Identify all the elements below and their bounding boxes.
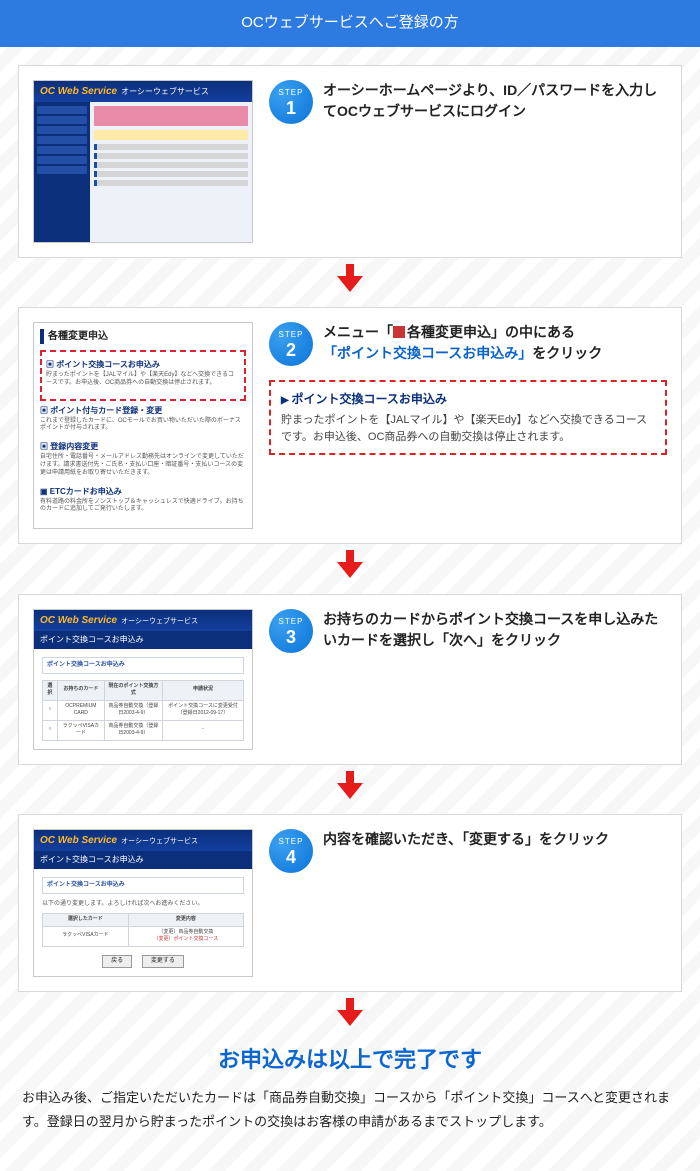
step4-text: 内容を確認いただき、「変更する」をクリック <box>323 829 609 850</box>
step4-table: 選択したカード変更内容 ラクッペVISAカード （変更）商品券自動交換 （変更）… <box>42 913 244 947</box>
arrow-down-icon <box>18 771 682 805</box>
back-button[interactable]: 戻る <box>102 955 132 968</box>
callout-body: 貯まったポイントを【JALマイル】や【楽天Edy】などへ交換できるコースです。お… <box>281 412 655 445</box>
step-badge-3: STEP 3 <box>269 609 313 653</box>
arrow-down-icon <box>18 264 682 298</box>
step-badge-2: STEP 2 <box>269 322 313 366</box>
step3-text: お持ちのカードからポイント交換コースを申し込みたいカードを選択し「次へ」をクリッ… <box>323 609 667 651</box>
step-card-3: OC Web Serviceオーシーウェブサービス ポイント交換コースお申込み … <box>18 594 682 765</box>
step-badge-1: STEP 1 <box>269 80 313 124</box>
submit-button[interactable]: 変更する <box>142 955 184 968</box>
step1-text: オーシーホームページより、ID／パスワードを入力してOCウェブサービスにログイン <box>323 80 667 122</box>
step4-screenshot: OC Web Serviceオーシーウェブサービス ポイント交換コースお申込み … <box>33 829 253 977</box>
step3-table: 選択お持ちのカード現在のポイント交換方式申請状況 ○OCPREMIUM CARD… <box>42 680 244 741</box>
step-badge-4: STEP 4 <box>269 829 313 873</box>
arrow-down-icon <box>18 550 682 584</box>
step2-screenshot: 各種変更申込 ▣ ポイント交換コースお申込み 貯まったポイントを【JALマイル】… <box>33 322 253 529</box>
step1-screenshot: OC Web Serviceオーシーウェブサービス <box>33 80 253 243</box>
page-body: OC Web Serviceオーシーウェブサービス STEP <box>0 47 700 1171</box>
finish-body: お申込み後、ご指定いただいたカードは「商品券自動交換」コースから「ポイント交換」… <box>18 1086 682 1153</box>
step2-text: メニュー「各種変更申込」の中にある 「ポイント交換コースお申込み」をクリック <box>323 322 602 364</box>
step2-callout: ポイント交換コースお申込み 貯まったポイントを【JALマイル】や【楽天Edy】な… <box>269 380 667 455</box>
red-square-icon <box>393 326 405 338</box>
banner: OCウェブサービスへご登録の方 <box>0 0 700 47</box>
step-card-2: 各種変更申込 ▣ ポイント交換コースお申込み 貯まったポイントを【JALマイル】… <box>18 307 682 544</box>
callout-title: ポイント交換コースお申込み <box>281 390 655 408</box>
thumb-brand: OC Web Serviceオーシーウェブサービス <box>34 81 252 102</box>
step2-highlight-box: ▣ ポイント交換コースお申込み 貯まったポイントを【JALマイル】や【楽天Edy… <box>40 350 246 401</box>
banner-title: OCウェブサービスへご登録の方 <box>241 14 459 31</box>
finish-title: お申込みは以上で完了です <box>18 1043 682 1076</box>
arrow-down-icon <box>18 998 682 1032</box>
step3-screenshot: OC Web Serviceオーシーウェブサービス ポイント交換コースお申込み … <box>33 609 253 750</box>
step-card-4: OC Web Serviceオーシーウェブサービス ポイント交換コースお申込み … <box>18 814 682 992</box>
step-card-1: OC Web Serviceオーシーウェブサービス STEP <box>18 65 682 258</box>
